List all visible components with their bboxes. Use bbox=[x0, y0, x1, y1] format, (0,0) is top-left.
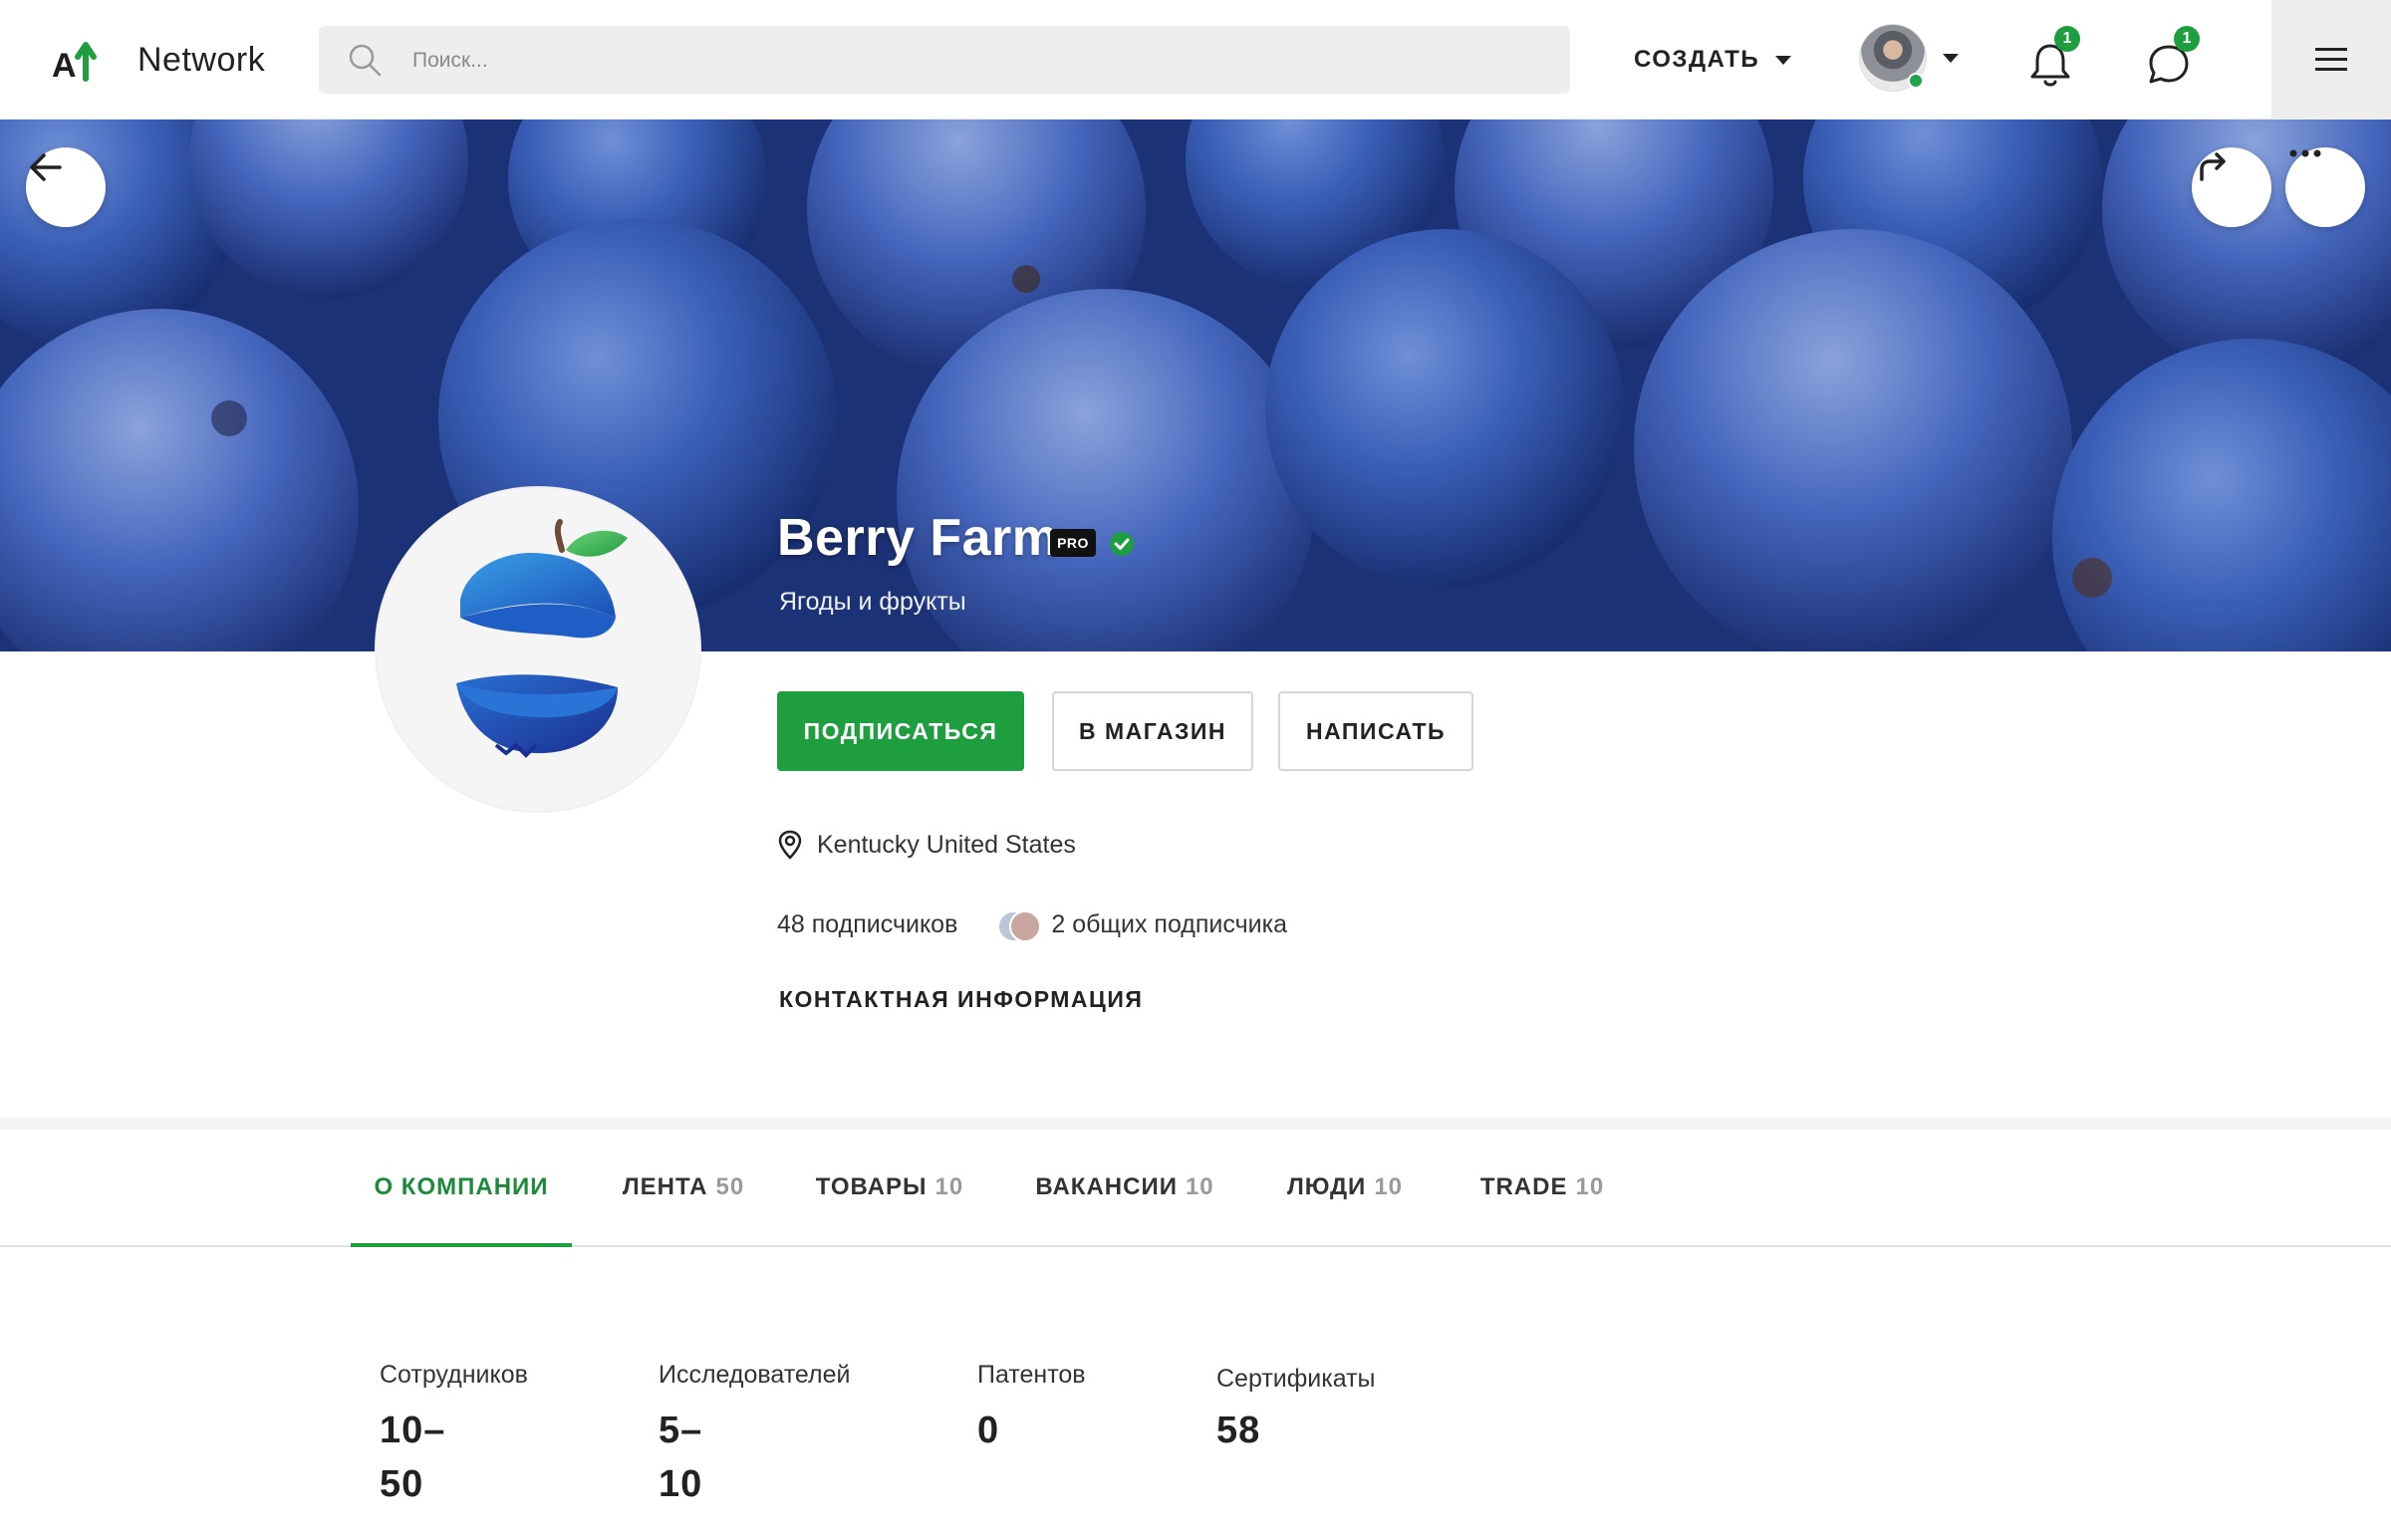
tab-label: ЛЕНТА bbox=[622, 1173, 708, 1200]
stat-label: Сертификаты bbox=[1216, 1365, 1376, 1393]
company-location: Kentucky United States bbox=[777, 827, 1076, 863]
chevron-down-icon bbox=[1943, 53, 1959, 63]
hamburger-icon bbox=[2315, 48, 2347, 71]
stat-value-line: 10 bbox=[659, 1463, 703, 1505]
stat-label: Исследователей bbox=[659, 1361, 851, 1389]
stat-label: Патентов bbox=[977, 1361, 1086, 1389]
create-dropdown-button[interactable]: СОЗДАТЬ bbox=[1634, 38, 1792, 82]
user-menu[interactable] bbox=[1859, 24, 1959, 92]
share-arrow-icon bbox=[2200, 152, 2226, 181]
back-button[interactable] bbox=[26, 147, 106, 227]
tab-count: 50 bbox=[715, 1173, 745, 1200]
tab-feed[interactable]: ЛЕНТА 50 bbox=[608, 1130, 759, 1245]
messages-button[interactable]: 1 bbox=[2142, 26, 2202, 92]
brand-logo: A bbox=[50, 35, 100, 85]
tab-label: TRADE bbox=[1479, 1173, 1568, 1200]
followers-info: 48 подписчиков 2 общих подписчика bbox=[777, 906, 1287, 942]
followers-count[interactable]: 48 подписчиков bbox=[777, 910, 957, 939]
avatar bbox=[1009, 910, 1042, 942]
tab-count: 10 bbox=[1185, 1173, 1214, 1200]
company-name: Berry Farm bbox=[777, 509, 1059, 567]
stat-value: 58 bbox=[1216, 1404, 1376, 1457]
stat-employees: Сотрудников 10– 50 bbox=[380, 1361, 528, 1511]
brand[interactable]: A Network bbox=[50, 30, 265, 90]
tab-label: ВАКАНСИИ bbox=[1035, 1173, 1178, 1200]
more-options-button[interactable] bbox=[2285, 147, 2365, 227]
share-button[interactable] bbox=[2192, 147, 2271, 227]
tab-count: 10 bbox=[934, 1173, 964, 1200]
cover-blueberries-illustration bbox=[0, 120, 2391, 651]
stat-value-line: 10– bbox=[380, 1410, 446, 1451]
stat-value-line: 50 bbox=[380, 1463, 424, 1505]
arrow-left-icon bbox=[30, 153, 62, 181]
company-logo[interactable] bbox=[377, 488, 699, 811]
location-text: Kentucky United States bbox=[817, 830, 1076, 859]
stat-value-line: 0 bbox=[977, 1410, 1000, 1451]
profile-tabs: О КОМПАНИИ ЛЕНТА 50 ТОВАРЫ 10 ВАКАНСИИ 10 Л… bbox=[0, 1130, 2391, 1247]
mutual-followers-count[interactable]: 2 общих подписчика bbox=[1051, 910, 1287, 939]
notifications-badge: 1 bbox=[2054, 26, 2080, 52]
stat-value-line: 58 bbox=[1216, 1410, 1261, 1451]
cover-image bbox=[0, 120, 2391, 651]
search-box[interactable] bbox=[319, 26, 1570, 96]
map-pin-icon bbox=[778, 830, 802, 860]
svg-text:A: A bbox=[52, 47, 77, 85]
section-divider bbox=[0, 1118, 2391, 1130]
pro-badge: PRO bbox=[1050, 529, 1096, 557]
stat-value: 10– 50 bbox=[380, 1404, 528, 1511]
tab-vacancies[interactable]: ВАКАНСИИ 10 bbox=[1026, 1130, 1223, 1245]
tab-people[interactable]: ЛЮДИ 10 bbox=[1277, 1130, 1413, 1245]
avatar bbox=[1859, 24, 1927, 92]
stat-patents: Патентов 0 bbox=[977, 1361, 1086, 1457]
chevron-down-icon bbox=[1775, 55, 1792, 65]
tab-trade[interactable]: TRADE 10 bbox=[1468, 1130, 1616, 1245]
contact-info-link[interactable]: КОНТАКТНАЯ ИНФОРМАЦИЯ bbox=[779, 986, 1143, 1013]
verified-check-icon bbox=[1110, 532, 1134, 556]
stat-researchers: Исследователей 5– 10 bbox=[659, 1361, 850, 1511]
tab-label: ТОВАРЫ bbox=[815, 1173, 928, 1200]
more-dots-icon bbox=[2289, 149, 2321, 157]
berry-logo-icon bbox=[456, 519, 628, 758]
tab-products[interactable]: ТОВАРЫ 10 bbox=[805, 1130, 974, 1245]
company-category: Ягоды и фрукты bbox=[779, 588, 966, 616]
tab-label: О КОМПАНИИ bbox=[374, 1173, 549, 1200]
stat-value-line: 5– bbox=[659, 1410, 703, 1451]
shop-button[interactable]: В МАГАЗИН bbox=[1052, 691, 1253, 771]
create-label: СОЗДАТЬ bbox=[1634, 46, 1760, 73]
stat-value: 5– 10 bbox=[659, 1404, 850, 1511]
stat-certificates: Сертификаты 58 bbox=[1216, 1365, 1376, 1457]
top-navigation-bar: A Network СОЗДАТЬ 1 1 bbox=[0, 0, 2391, 120]
search-icon bbox=[349, 44, 382, 77]
online-status-dot bbox=[1908, 73, 1924, 89]
search-input[interactable] bbox=[410, 26, 1530, 96]
mutual-followers-avatars bbox=[997, 908, 1042, 942]
subscribe-button[interactable]: ПОДПИСАТЬСЯ bbox=[777, 691, 1024, 771]
stat-label: Сотрудников bbox=[380, 1361, 528, 1389]
tab-label: ЛЮДИ bbox=[1286, 1173, 1367, 1200]
tab-count: 10 bbox=[1374, 1173, 1404, 1200]
brand-name: Network bbox=[137, 40, 266, 79]
main-menu-button[interactable] bbox=[2271, 0, 2391, 120]
notifications-button[interactable]: 1 bbox=[2022, 26, 2082, 92]
tab-count: 10 bbox=[1575, 1173, 1605, 1200]
stat-value: 0 bbox=[977, 1404, 1086, 1457]
write-message-button[interactable]: НАПИСАТЬ bbox=[1278, 691, 1473, 771]
tab-about[interactable]: О КОМПАНИИ bbox=[351, 1130, 572, 1247]
messages-badge: 1 bbox=[2174, 26, 2200, 52]
